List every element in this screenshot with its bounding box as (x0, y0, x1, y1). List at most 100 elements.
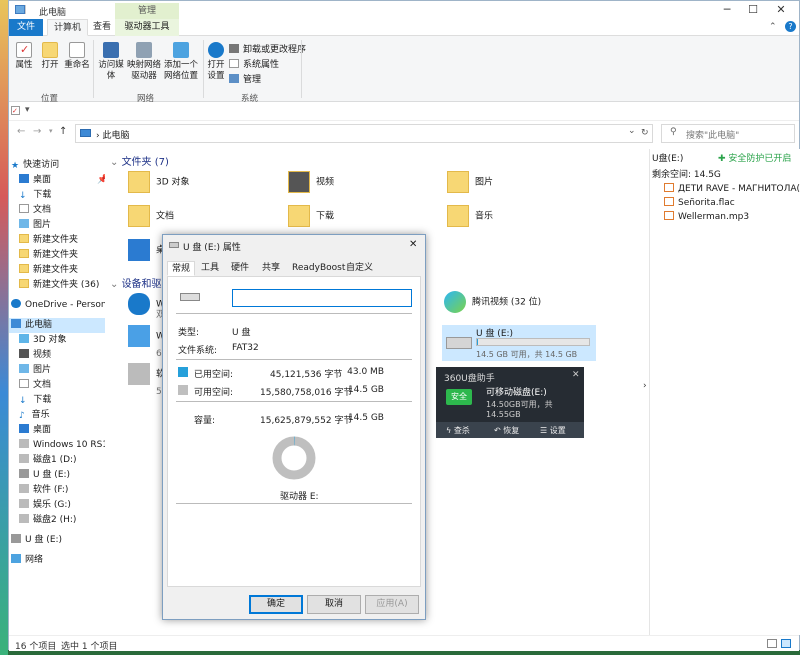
address-dropdown-icon[interactable]: ⌄ (628, 126, 636, 136)
open-settings-button[interactable]: 打开 设置 (205, 42, 227, 82)
nav-windows-drive[interactable]: Windows 10 RS1 ( (19, 438, 105, 453)
nav-new-folder[interactable]: 新建文件夹 (19, 248, 105, 263)
tab-file[interactable]: 文件 (9, 19, 43, 36)
nav-videos[interactable]: 视频 (19, 348, 105, 363)
nav-quick-access[interactable]: ★ 快速访问 (11, 158, 97, 173)
pane-expand-chevron-icon[interactable]: › (643, 381, 647, 391)
nav-soft-f[interactable]: 软件 (F:) (19, 483, 105, 498)
safe-badge-label: 安全 (451, 392, 467, 401)
nav-new-folder-36[interactable]: 新建文件夹 (36) (19, 278, 105, 293)
ok-button[interactable]: 确定 (249, 595, 303, 614)
nav-documents-pc[interactable]: 文档 (19, 378, 105, 393)
cancel-button[interactable]: 取消 (307, 595, 361, 614)
recent-dropdown-icon[interactable]: ▾ (49, 127, 53, 135)
nav-3d-objects[interactable]: 3D 对象 (19, 333, 105, 348)
rename-button[interactable]: 重命名 (63, 42, 91, 71)
search-input[interactable]: ⚲ 搜索"此电脑" (661, 124, 795, 143)
tab-tools[interactable]: 工具 (197, 261, 223, 276)
tencent-video-item[interactable]: 腾讯视频 (32 位) (444, 291, 541, 319)
add-location-label-1: 添加一个 (163, 60, 198, 70)
nav-documents[interactable]: 文档 (19, 203, 105, 218)
file-name: Wellerman.mp3 (678, 212, 750, 222)
folder-item[interactable]: 文档 (128, 205, 174, 233)
up-button[interactable]: ↑ (59, 126, 67, 137)
dialog-close-button[interactable]: ✕ (409, 239, 417, 250)
tab-hardware[interactable]: 硬件 (227, 261, 253, 276)
volume-label-input[interactable] (232, 289, 412, 307)
usb-drive-tile[interactable]: U 盘 (E:) 14.5 GB 可用，共 14.5 GB (442, 325, 596, 361)
file-list-item[interactable]: ДЕТИ RAVE - МАГНИТОЛА(1)... (664, 183, 800, 194)
tab-customize[interactable]: 自定义 (342, 261, 377, 276)
type-label: 类型: (178, 328, 200, 338)
protect-status: ✚ 安全防护已开启 (718, 151, 791, 164)
back-button[interactable]: ← (17, 126, 25, 137)
map-drive-button[interactable]: 映射网络 驱动器 (127, 42, 161, 82)
nav-usb-e[interactable]: U 盘 (E:) (19, 468, 105, 483)
help-icon[interactable]: ? (785, 21, 796, 32)
file-list-item[interactable]: Señorita.flac (664, 197, 735, 208)
download-arrow-icon: ↓ (19, 191, 27, 201)
folder-item[interactable]: 图片 (447, 171, 493, 199)
open-button[interactable]: 打开 (39, 42, 61, 71)
nav-windows-drive-label: Windows 10 RS1 ( (33, 440, 105, 450)
drive-icon (19, 514, 29, 523)
apply-button[interactable]: 应用(A) (365, 595, 419, 614)
nav-network[interactable]: 网络 (11, 553, 97, 568)
close-button[interactable]: ✕ (763, 1, 799, 19)
access-media-button[interactable]: 访问媒体 (95, 42, 127, 82)
nav-desktop-pc[interactable]: 桌面 (19, 423, 105, 438)
nav-new-folder[interactable]: 新建文件夹 (19, 263, 105, 278)
refresh-button[interactable]: ↻ (641, 128, 649, 138)
address-box[interactable]: › 此电脑 ⌄ (75, 124, 653, 143)
system-properties-button[interactable]: 系统属性 (229, 57, 279, 70)
tab-view[interactable]: 查看 (87, 19, 117, 36)
nav-new-folder-36-label: 新建文件夹 (36) (33, 280, 100, 290)
popup-close-button[interactable]: ✕ (572, 370, 580, 380)
tab-drive-tools[interactable]: 驱动器工具 (115, 19, 179, 36)
nav-music[interactable]: ♪ 音乐 (19, 408, 105, 423)
tab-sharing[interactable]: 共享 (258, 261, 284, 276)
scan-button[interactable]: ϟ 查杀 (446, 425, 470, 436)
check-icon[interactable]: ✓ (11, 106, 20, 115)
nav-disk-h[interactable]: 磁盘2 (H:) (19, 513, 105, 528)
quick-access-toolbar-icons[interactable] (25, 5, 35, 14)
nav-downloads[interactable]: ↓ 下载 (19, 188, 105, 203)
uninstall-button[interactable]: 卸载或更改程序 (229, 42, 306, 55)
nav-usb-root[interactable]: U 盘 (E:) (11, 533, 97, 548)
file-list-item[interactable]: Wellerman.mp3 (664, 211, 749, 222)
folder-item[interactable]: 3D 对象 (128, 171, 190, 199)
nav-pictures[interactable]: 图片 (19, 218, 105, 233)
nav-desktop[interactable]: 桌面 📌 (19, 173, 105, 188)
nav-fun-g[interactable]: 娱乐 (G:) (19, 498, 105, 513)
customize-dropdown-icon[interactable]: ▾ (25, 105, 30, 115)
tab-computer[interactable]: 计算机 (47, 19, 89, 36)
add-network-location-button[interactable]: 添加一个 网络位置 (161, 42, 201, 82)
details-view-icon[interactable] (767, 639, 777, 648)
popup-settings-button[interactable]: ☰ 设置 (540, 425, 566, 436)
recover-button[interactable]: ↶ 恢复 (494, 425, 519, 436)
folders-section-header[interactable]: ⌄ 文件夹 (7) (110, 153, 169, 168)
folder-icon (19, 264, 29, 273)
divider (176, 503, 412, 504)
nav-new-folder[interactable]: 新建文件夹 (19, 233, 105, 248)
nav-disk-d[interactable]: 磁盘1 (D:) (19, 453, 105, 468)
forward-button[interactable]: → (33, 126, 41, 137)
nav-onedrive[interactable]: OneDrive - Persona (11, 298, 105, 313)
desktop-icon (19, 174, 29, 183)
window-title: 此电脑 (39, 8, 67, 18)
large-icons-view-icon[interactable] (781, 639, 791, 648)
nav-downloads-pc[interactable]: ↓ 下载 (19, 393, 105, 408)
music-note-icon: ♪ (19, 411, 25, 421)
folder-item[interactable]: 视频 (288, 171, 334, 199)
nav-this-pc[interactable]: 此电脑 (9, 318, 105, 333)
ribbon-collapse-icon[interactable]: ⌃ (769, 22, 777, 32)
window-icon (15, 5, 25, 14)
folder-item[interactable]: 音乐 (447, 205, 493, 233)
properties-button[interactable]: ✓ 属性 (13, 42, 35, 71)
tab-readyboost[interactable]: ReadyBoost (288, 261, 349, 276)
ribbon-separator (93, 40, 94, 98)
manage-button[interactable]: 管理 (229, 72, 261, 85)
folder-item[interactable]: 下载 (288, 205, 334, 233)
nav-pictures-pc[interactable]: 图片 (19, 363, 105, 378)
tab-general[interactable]: 常规 (167, 261, 196, 276)
